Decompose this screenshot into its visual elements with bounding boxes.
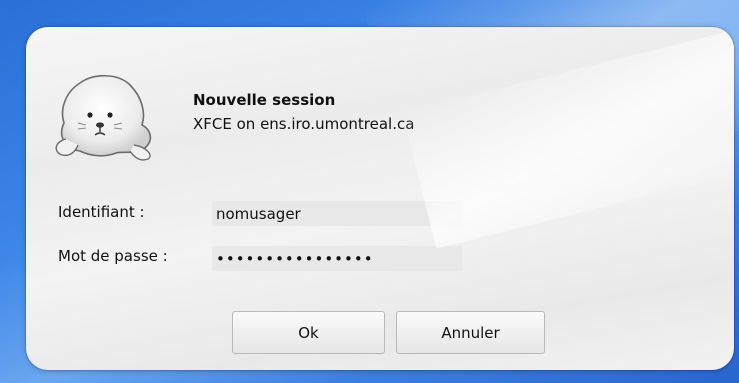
login-dialog: Nouvelle session XFCE on ens.iro.umontre… — [26, 27, 734, 370]
seal-icon — [55, 74, 152, 161]
username-input[interactable] — [212, 201, 462, 226]
username-label: Identifiant : — [58, 203, 145, 221]
password-input[interactable] — [212, 246, 462, 271]
session-title: Nouvelle session — [193, 91, 336, 109]
ok-button[interactable]: Ok — [232, 311, 385, 354]
password-label: Mot de passe : — [58, 247, 168, 265]
cancel-button[interactable]: Annuler — [396, 311, 545, 354]
session-host: XFCE on ens.iro.umontreal.ca — [193, 115, 415, 133]
